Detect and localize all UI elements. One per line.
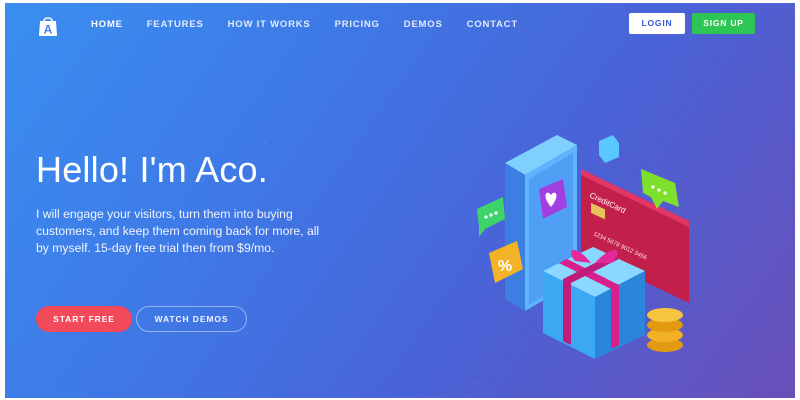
nav-home[interactable]: HOME <box>91 19 123 31</box>
chat-bubble-green-icon <box>477 197 505 237</box>
hero-description: I will engage your visitors, turn them i… <box>36 207 320 255</box>
nav-how-it-works[interactable]: HOW IT WORKS <box>228 19 311 31</box>
coin-stack-illustration <box>647 308 683 352</box>
main-nav: HOME FEATURES HOW IT WORKS PRICING DEMOS… <box>91 19 542 31</box>
hero-title: Hello! I'm Aco. <box>36 149 268 190</box>
nav-pricing[interactable]: PRICING <box>335 19 380 31</box>
signup-button[interactable]: SIGN UP <box>692 13 755 34</box>
percent-symbol: % <box>498 258 512 275</box>
nav-demos[interactable]: DEMOS <box>404 19 443 31</box>
nav-contact[interactable]: CONTACT <box>467 19 518 31</box>
shopping-bag-icon[interactable]: A <box>37 15 59 37</box>
nav-features[interactable]: FEATURES <box>147 19 204 31</box>
small-cube-icon <box>599 135 619 163</box>
hero-section: A HOME FEATURES HOW IT WORKS PRICING DEM… <box>5 3 795 398</box>
hero-illustration: CreditCard 1234 5678 9012 3456 % <box>477 135 689 359</box>
watch-demos-button[interactable]: WATCH DEMOS <box>136 306 247 332</box>
login-button[interactable]: LOGIN <box>629 13 685 34</box>
logo-letter: A <box>44 23 53 37</box>
start-free-button[interactable]: START FREE <box>36 306 132 332</box>
